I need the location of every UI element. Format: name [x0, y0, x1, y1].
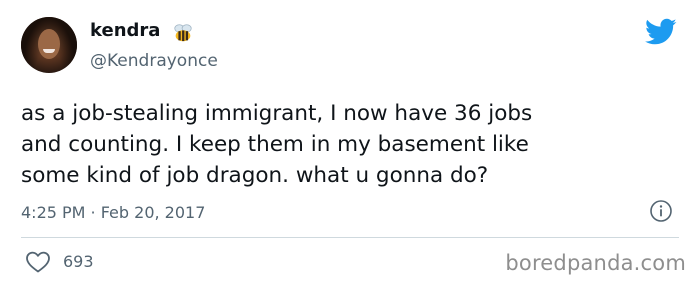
- heart-icon[interactable]: [25, 250, 51, 274]
- tweet-text-line: and counting. I keep them in my basement…: [21, 132, 529, 157]
- like-count: 693: [63, 252, 94, 271]
- tweet-text-line: some kind of job dragon. what u gonna do…: [21, 163, 489, 188]
- divider: [21, 237, 679, 238]
- user-handle[interactable]: @Kendrayonce: [90, 51, 218, 71]
- tweet-text: as a job-stealing immigrant, I now have …: [21, 98, 681, 191]
- tweet-text-line: as a job-stealing immigrant, I now have …: [21, 101, 533, 126]
- tweet-timestamp[interactable]: 4:25 PM · Feb 20, 2017: [21, 203, 205, 222]
- twitter-bird-icon[interactable]: [645, 18, 677, 46]
- watermark: boredpanda.com: [505, 251, 686, 275]
- avatar[interactable]: [21, 17, 77, 73]
- display-name[interactable]: kendra: [90, 20, 160, 41]
- bee-icon: [174, 24, 192, 42]
- info-icon[interactable]: [649, 199, 673, 223]
